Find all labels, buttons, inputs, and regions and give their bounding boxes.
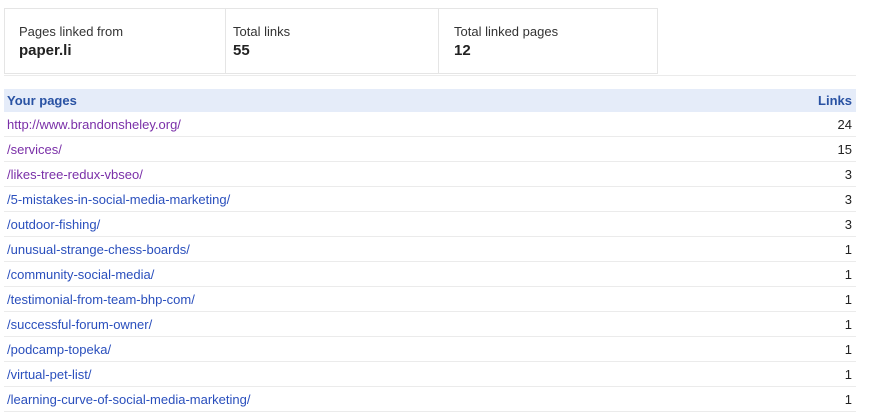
page-link[interactable]: /community-social-media/ bbox=[7, 267, 154, 282]
page-link[interactable]: /podcamp-topeka/ bbox=[7, 342, 111, 357]
page-cell: /5-mistakes-in-social-media-marketing/ bbox=[4, 186, 737, 212]
page-cell: /successful-forum-owner/ bbox=[4, 311, 737, 337]
linked-from-label: Pages linked from bbox=[19, 24, 124, 39]
table-header-row: Your pages Links bbox=[4, 89, 856, 112]
linked-pages-table: Your pages Links http://www.brandonshele… bbox=[4, 89, 856, 412]
table-body: http://www.brandonsheley.org/24/services… bbox=[4, 112, 856, 412]
page-cell: /learning-curve-of-social-media-marketin… bbox=[4, 386, 737, 412]
total-links-value: 55 bbox=[233, 42, 250, 59]
links-count: 24 bbox=[736, 112, 856, 137]
page-link[interactable]: /likes-tree-redux-vbseo/ bbox=[7, 167, 143, 182]
table-row: /5-mistakes-in-social-media-marketing/3 bbox=[4, 186, 856, 212]
page-link[interactable]: /virtual-pet-list/ bbox=[7, 367, 92, 382]
table-row: /unusual-strange-chess-boards/1 bbox=[4, 236, 856, 262]
page-link[interactable]: /testimonial-from-team-bhp-com/ bbox=[7, 292, 195, 307]
table-row: http://www.brandonsheley.org/24 bbox=[4, 112, 856, 137]
summary-total-pages: Total linked pages 12 bbox=[439, 9, 657, 73]
page-cell: /likes-tree-redux-vbseo/ bbox=[4, 161, 737, 187]
links-count: 3 bbox=[736, 186, 856, 212]
page-cell: /testimonial-from-team-bhp-com/ bbox=[4, 286, 737, 312]
table-row: /services/15 bbox=[4, 136, 856, 162]
page-link[interactable]: /5-mistakes-in-social-media-marketing/ bbox=[7, 192, 230, 207]
col-header-links[interactable]: Links bbox=[736, 89, 856, 112]
summary-panel: Pages linked from paper.li Total links 5… bbox=[4, 8, 658, 74]
page-link[interactable]: /successful-forum-owner/ bbox=[7, 317, 152, 332]
page-link[interactable]: /learning-curve-of-social-media-marketin… bbox=[7, 392, 250, 407]
linked-from-value: paper.li bbox=[19, 42, 72, 59]
page-cell: http://www.brandonsheley.org/ bbox=[4, 112, 737, 137]
links-count: 3 bbox=[736, 161, 856, 187]
page-link[interactable]: http://www.brandonsheley.org/ bbox=[7, 117, 181, 132]
links-count: 3 bbox=[736, 211, 856, 237]
page-link[interactable]: /services/ bbox=[7, 142, 62, 157]
col-header-your-pages[interactable]: Your pages bbox=[4, 89, 737, 112]
links-count: 1 bbox=[736, 361, 856, 387]
total-pages-label: Total linked pages bbox=[454, 24, 559, 39]
page-cell: /virtual-pet-list/ bbox=[4, 361, 737, 387]
table-row: /successful-forum-owner/1 bbox=[4, 311, 856, 337]
links-count: 1 bbox=[736, 286, 856, 312]
summary-total-links: Total links 55 bbox=[226, 9, 439, 73]
table-row: /testimonial-from-team-bhp-com/1 bbox=[4, 286, 856, 312]
page-link[interactable]: /outdoor-fishing/ bbox=[7, 217, 100, 232]
total-links-label: Total links bbox=[233, 24, 291, 39]
table-row: /outdoor-fishing/3 bbox=[4, 211, 856, 237]
links-count: 1 bbox=[736, 236, 856, 262]
page-cell: /unusual-strange-chess-boards/ bbox=[4, 236, 737, 262]
page-cell: /services/ bbox=[4, 136, 737, 162]
page-link[interactable]: /unusual-strange-chess-boards/ bbox=[7, 242, 190, 257]
links-count: 1 bbox=[736, 336, 856, 362]
table-row: /virtual-pet-list/1 bbox=[4, 361, 856, 387]
page-cell: /podcamp-topeka/ bbox=[4, 336, 737, 362]
links-count: 1 bbox=[736, 386, 856, 412]
summary-linked-from: Pages linked from paper.li bbox=[5, 9, 226, 73]
table-row: /likes-tree-redux-vbseo/3 bbox=[4, 161, 856, 187]
links-count: 15 bbox=[736, 136, 856, 162]
divider bbox=[4, 75, 856, 76]
page-cell: /outdoor-fishing/ bbox=[4, 211, 737, 237]
table-row: /podcamp-topeka/1 bbox=[4, 336, 856, 362]
page-cell: /community-social-media/ bbox=[4, 261, 737, 287]
table-row: /community-social-media/1 bbox=[4, 261, 856, 287]
links-count: 1 bbox=[736, 311, 856, 337]
links-count: 1 bbox=[736, 261, 856, 287]
total-pages-value: 12 bbox=[454, 42, 471, 59]
table-row: /learning-curve-of-social-media-marketin… bbox=[4, 386, 856, 412]
